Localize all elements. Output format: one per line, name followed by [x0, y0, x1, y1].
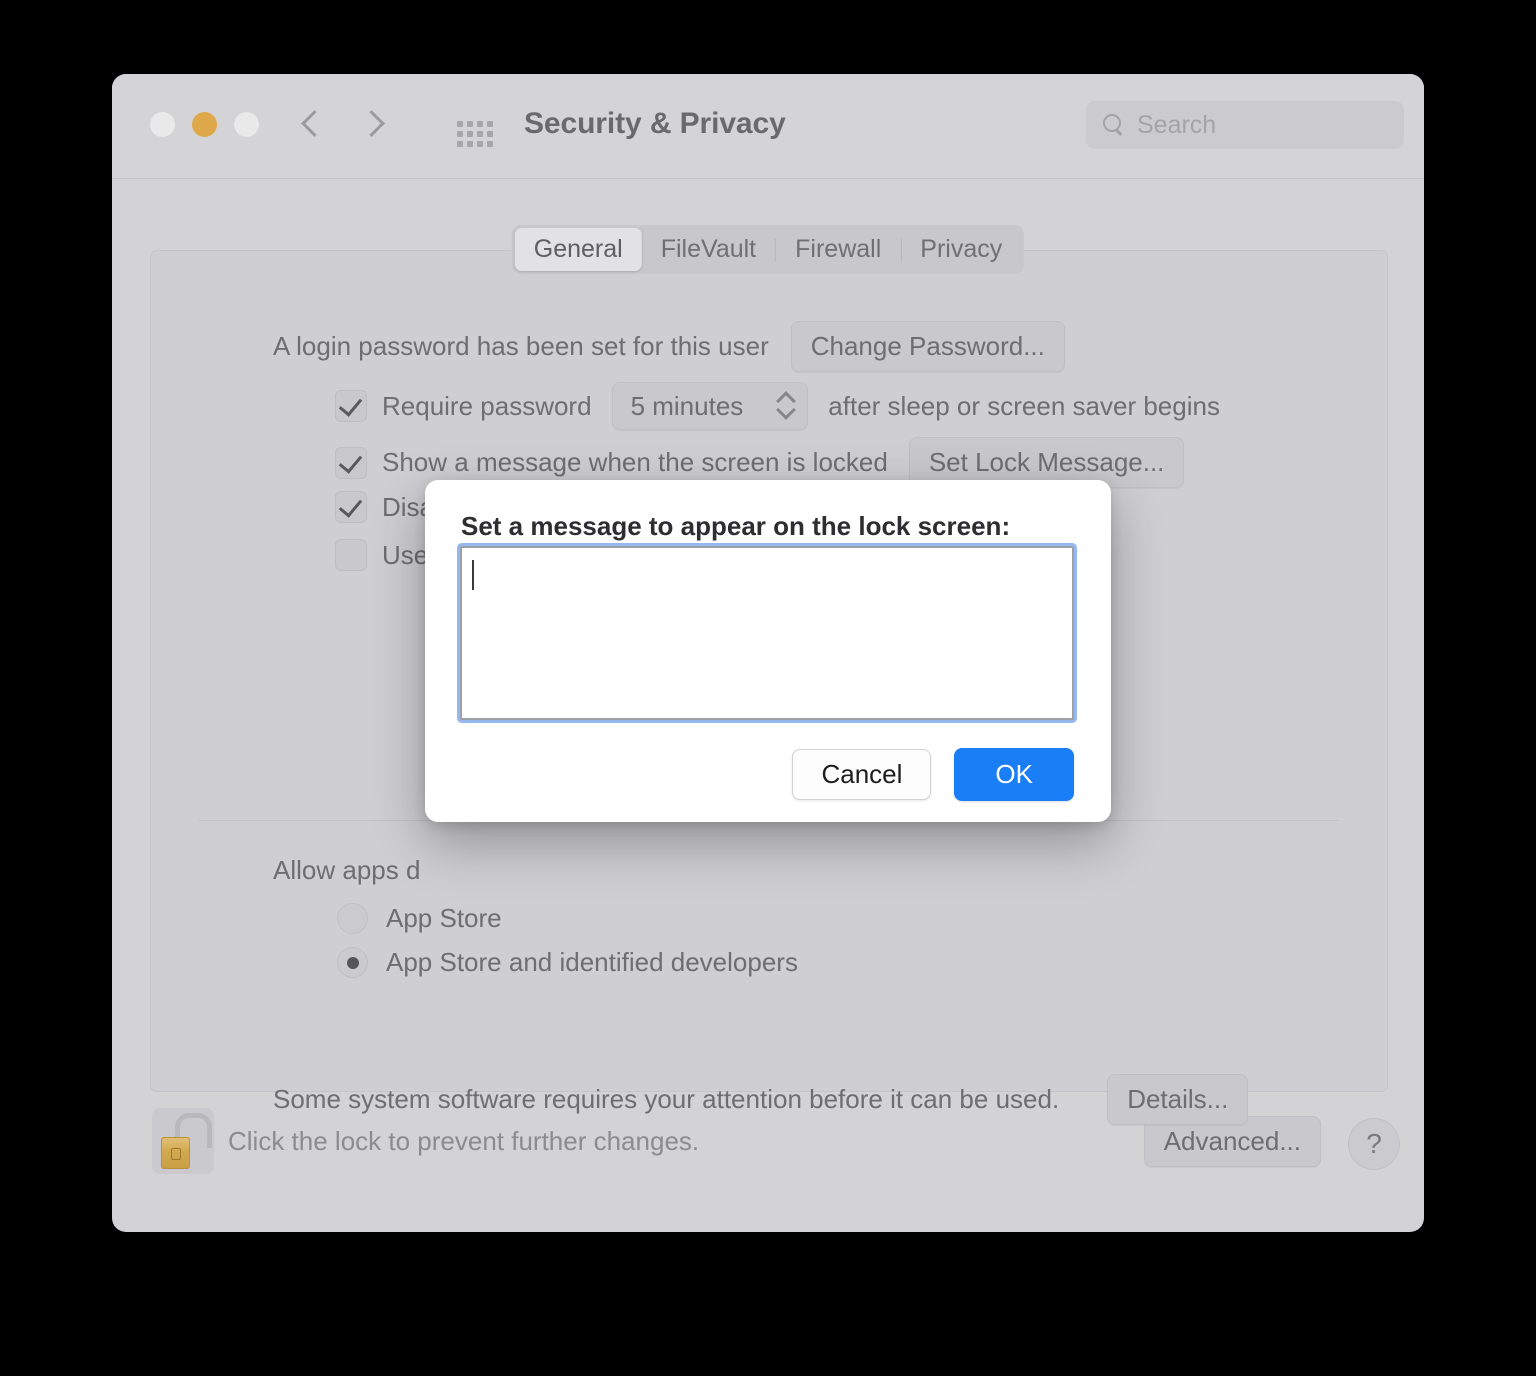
chevron-updown-icon	[777, 389, 795, 423]
lock-message-input[interactable]	[460, 546, 1074, 720]
allow-apps-label: Allow apps d	[273, 855, 421, 885]
lock-hint-text: Click the lock to prevent further change…	[228, 1126, 700, 1156]
minimize-button[interactable]	[192, 112, 217, 137]
require-password-delay-popup[interactable]: 5 minutes	[611, 382, 809, 430]
app-store-label: App Store	[386, 903, 502, 933]
app-source-option-identified-developers[interactable]: App Store and identified developers	[337, 947, 798, 978]
search-field[interactable]: Search	[1086, 101, 1404, 149]
disable-auto-login-checkbox[interactable]	[335, 491, 367, 523]
lock-message-dialog: Set a message to appear on the lock scre…	[425, 480, 1111, 822]
require-password-checkbox[interactable]	[335, 390, 367, 422]
require-password-row: Require password 5 minutes after sleep o…	[335, 382, 1220, 430]
tab-firewall[interactable]: Firewall	[776, 228, 900, 271]
close-button[interactable]	[150, 112, 175, 137]
require-password-suffix: after sleep or screen saver begins	[828, 390, 1220, 421]
require-password-label: Require password	[382, 390, 592, 421]
help-button[interactable]: ?	[1348, 1118, 1400, 1170]
tab-privacy[interactable]: Privacy	[901, 228, 1021, 271]
app-store-radio[interactable]	[337, 903, 368, 934]
allow-apps-row: Allow apps d	[273, 855, 420, 886]
page-title: Security & Privacy	[524, 107, 786, 140]
system-preferences-window: Security & Privacy Search General FileVa…	[112, 74, 1424, 1232]
search-icon	[1103, 114, 1125, 136]
text-cursor	[472, 560, 474, 590]
system-software-notice: Some system software requires your atten…	[273, 1084, 1060, 1114]
window-titlebar: Security & Privacy Search	[112, 74, 1424, 179]
system-software-row: Some system software requires your atten…	[273, 1074, 1249, 1125]
dialog-title: Set a message to appear on the lock scre…	[461, 511, 1011, 541]
dialog-buttons: Cancel OK	[792, 748, 1074, 801]
show-lock-message-checkbox[interactable]	[335, 446, 367, 479]
tab-general[interactable]: General	[514, 228, 642, 271]
zoom-button[interactable]	[234, 112, 259, 137]
login-password-status: A login password has been set for this u…	[273, 331, 769, 361]
cancel-button[interactable]: Cancel	[792, 749, 932, 800]
change-password-button[interactable]: Change Password...	[790, 321, 1065, 372]
apple-watch-unlock-checkbox[interactable]	[335, 539, 367, 571]
login-password-row: A login password has been set for this u…	[273, 321, 1065, 372]
traffic-lights	[150, 112, 259, 137]
tab-bar: General FileVault Firewall Privacy	[511, 225, 1025, 274]
navigation-arrows	[302, 107, 382, 143]
app-source-option-app-store[interactable]: App Store	[337, 903, 502, 934]
unlocked-padlock-icon	[161, 1113, 212, 1169]
lock-button[interactable]	[152, 1108, 214, 1174]
show-lock-message-label: Show a message when the screen is locked	[382, 447, 888, 477]
details-button[interactable]: Details...	[1107, 1074, 1249, 1125]
forward-chevron-icon[interactable]	[362, 107, 382, 143]
require-password-delay-value: 5 minutes	[630, 390, 744, 421]
show-all-grid-icon[interactable]	[457, 121, 493, 147]
ok-button[interactable]: OK	[954, 748, 1074, 801]
back-chevron-icon[interactable]	[302, 107, 322, 143]
identified-developers-label: App Store and identified developers	[386, 947, 798, 977]
identified-developers-radio[interactable]	[337, 947, 368, 978]
search-placeholder: Search	[1137, 110, 1217, 139]
tab-filevault[interactable]: FileVault	[642, 228, 775, 271]
